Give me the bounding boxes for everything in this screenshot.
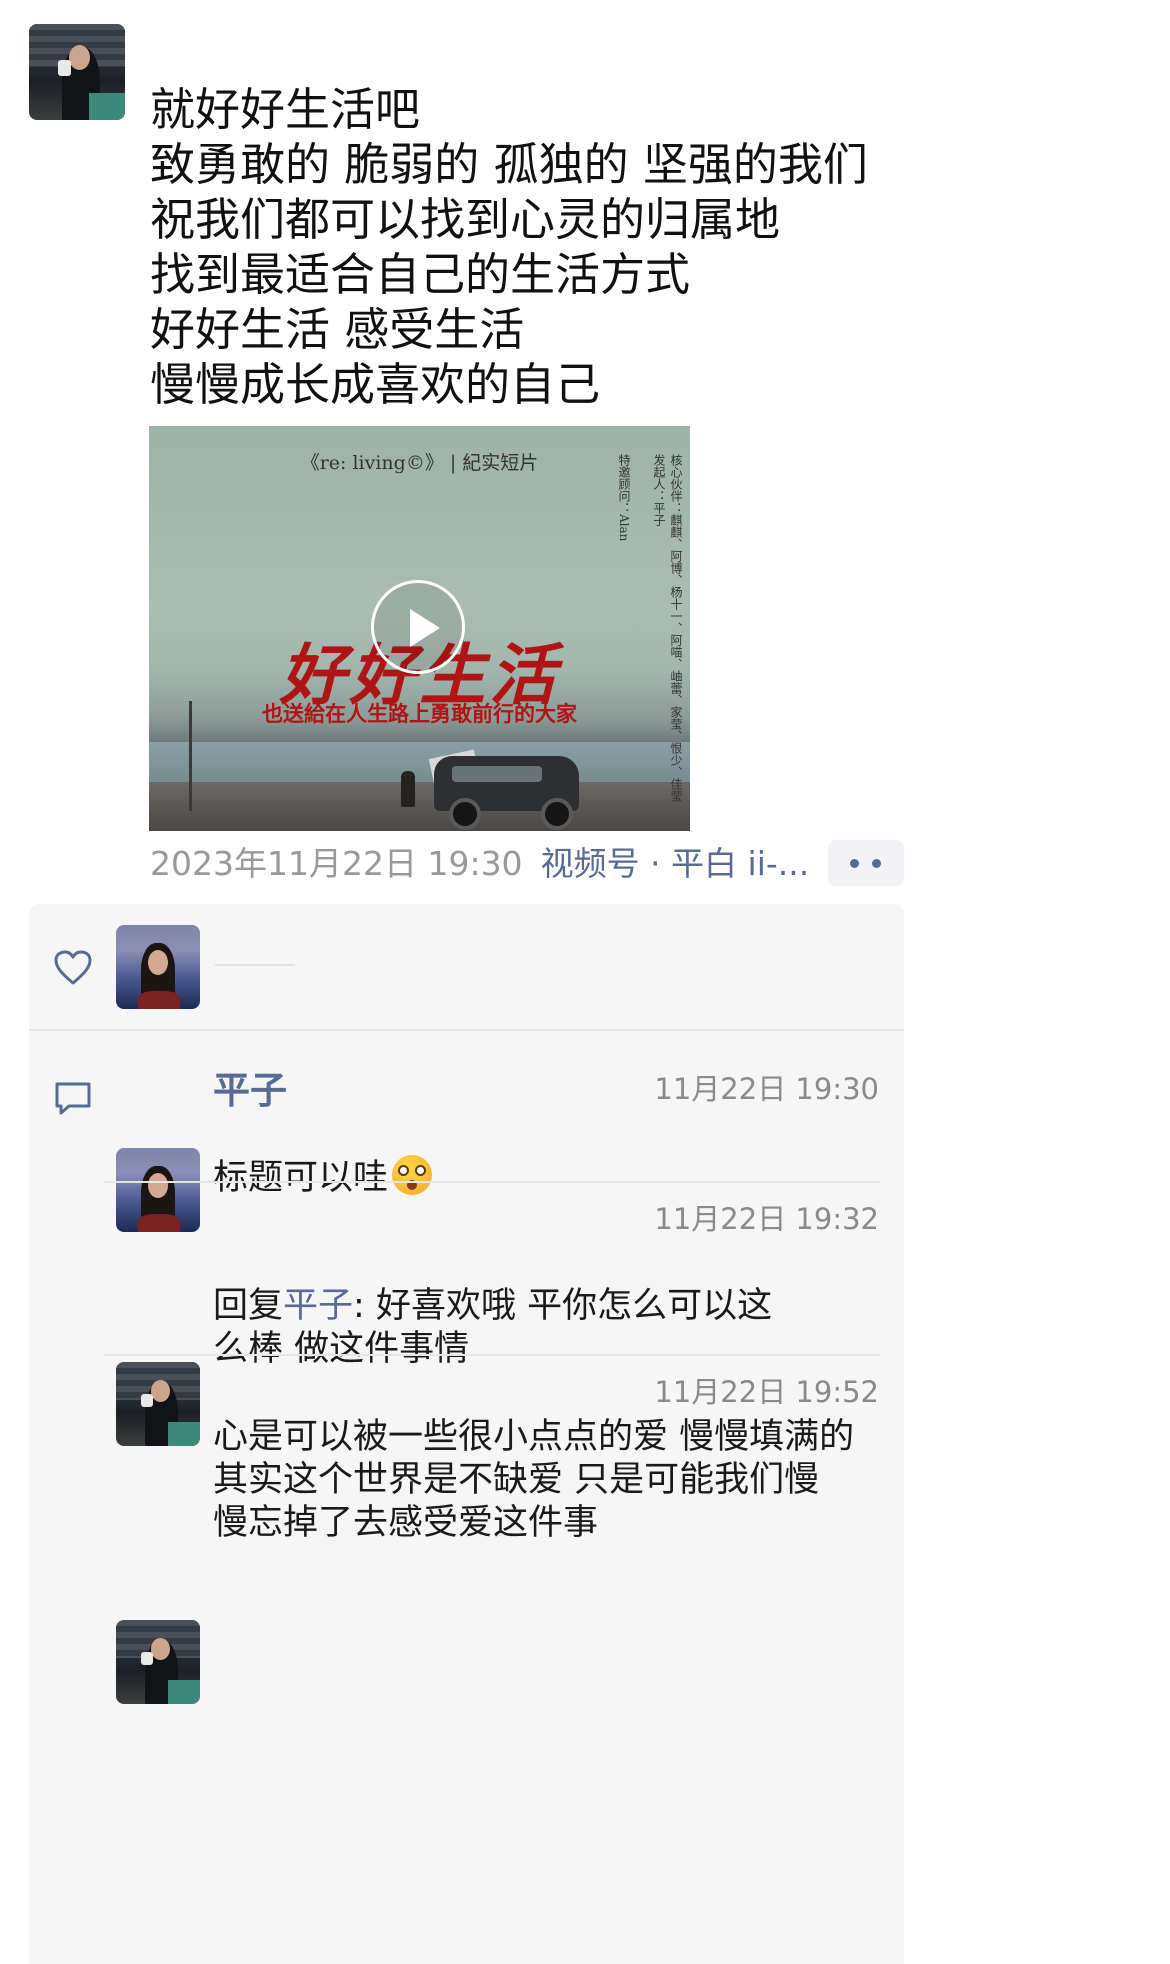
post-meta: 2023年11月22日 19:30 视频号 · 平白 ii-... (150, 840, 809, 888)
comment-author[interactable]: 平子 (213, 1060, 287, 1114)
reply-prefix: 回复 (213, 1286, 284, 1326)
surprised-emoji-icon (392, 1155, 433, 1195)
comment-avatar[interactable] (116, 1362, 200, 1446)
video-subtitle: 也送給在人生路上勇敢前行的大家 (262, 701, 577, 726)
liker-name-placeholder (215, 964, 295, 966)
comment-time: 11月22日 19:32 (654, 1202, 879, 1236)
liker-avatar[interactable] (116, 925, 200, 1009)
post-text: 就好好生活吧 致勇敢的 脆弱的 孤独的 坚强的我们 祝我们都可以找到心灵的归属地… (150, 83, 868, 411)
comment-text: 心是可以被一些很小点点的爱 慢慢填满的 其实这个世界是不缺爱 只是可能我们慢 慢… (213, 1417, 855, 1543)
comment-time: 11月22日 19:30 (654, 1072, 879, 1106)
comment-text: 回复平子: 好喜欢哦 平你怎么可以这 么棒 做这件事情 (213, 1242, 772, 1371)
video-credits-3: 特邀顾问：Alan (617, 454, 631, 542)
reply-to-name[interactable]: 平子 (283, 1286, 353, 1326)
video-top-caption: 《re: living©》 | 紀实短片 (300, 452, 539, 474)
likes-comments-panel: 平子 11月22日 19:30 标题可以哇 11月22日 19:32 回复平子:… (29, 904, 904, 1964)
comment-avatar[interactable] (116, 1148, 200, 1232)
video-thumbnail[interactable]: 《re: living©》 | 紀实短片 核心伙伴：麒麒、阿博、杨十一、阿喵、岫… (149, 426, 690, 831)
post-time: 2023年11月22日 19:30 (150, 844, 523, 883)
comment-avatar[interactable] (116, 1620, 200, 1704)
play-icon[interactable] (371, 580, 465, 674)
channel-source-link[interactable]: 视频号 · 平白 ii-... (541, 844, 810, 883)
more-icon[interactable] (828, 840, 904, 886)
comment-text: 标题可以哇 (213, 1112, 433, 1200)
comment-icon (55, 1082, 91, 1115)
video-credits-2: 发起人：平子 (652, 454, 666, 526)
poster-avatar[interactable] (29, 24, 125, 120)
comment-time: 11月22日 19:52 (654, 1375, 879, 1409)
heart-icon (54, 950, 92, 985)
